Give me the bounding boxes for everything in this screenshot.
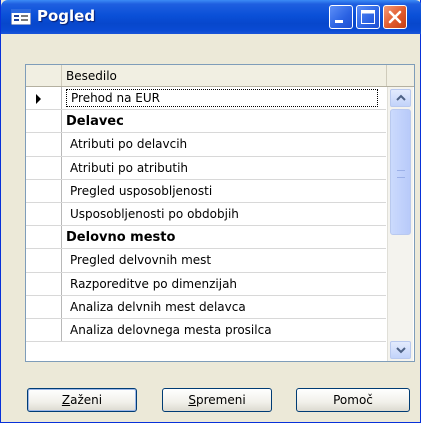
row-selector[interactable] bbox=[26, 226, 62, 249]
row-text: Atributi po delavcih bbox=[70, 137, 188, 152]
column-header-besedilo[interactable]: Besedilo bbox=[66, 69, 117, 83]
edit-button-mnemonic: S bbox=[188, 393, 196, 407]
scroll-thumb[interactable] bbox=[390, 109, 411, 235]
view-grid[interactable]: Besedilo Prehod na EUR Delavec Atributi po… bbox=[25, 64, 415, 362]
group-heading-row[interactable]: Delavec bbox=[26, 110, 386, 134]
list-item[interactable]: Razporeditve po dimenzijah bbox=[26, 272, 386, 296]
row-text: Prehod na EUR bbox=[66, 89, 378, 107]
run-button-mnemonic: Z bbox=[61, 393, 71, 407]
list-window-icon bbox=[11, 9, 31, 25]
list-item[interactable]: Prehod na EUR bbox=[26, 87, 386, 111]
vertical-scrollbar[interactable] bbox=[387, 87, 413, 361]
row-selector[interactable] bbox=[26, 295, 62, 318]
row-text: Razporeditve po dimenzijah bbox=[70, 276, 238, 291]
chevron-up-icon bbox=[396, 94, 406, 101]
row-selector[interactable] bbox=[26, 133, 62, 156]
help-button-label: Pomoč bbox=[333, 393, 373, 407]
close-button[interactable] bbox=[383, 5, 407, 29]
row-text: Delovno mesto bbox=[66, 230, 176, 246]
list-item[interactable]: Atributi po atributih bbox=[26, 156, 386, 180]
row-text: Usposobljenosti po obdobjih bbox=[70, 206, 239, 221]
row-selector[interactable] bbox=[26, 272, 62, 295]
row-text: Pregled usposobljenosti bbox=[70, 183, 213, 198]
row-selector[interactable] bbox=[26, 87, 62, 110]
row-text: Delavec bbox=[66, 114, 124, 130]
row-text: Analiza delovnega mesta prosilca bbox=[70, 322, 272, 337]
run-button[interactable]: Zaženi bbox=[27, 388, 137, 412]
list-item[interactable]: Pregled usposobljenosti bbox=[26, 179, 386, 203]
list-item[interactable]: Usposobljenosti po obdobjih bbox=[26, 202, 386, 227]
maximize-icon bbox=[361, 10, 375, 24]
edit-button[interactable]: Spremeni bbox=[162, 388, 272, 412]
scroll-down-button[interactable] bbox=[390, 341, 411, 359]
header-scroll-cell bbox=[386, 65, 414, 86]
scroll-up-button[interactable] bbox=[390, 89, 411, 107]
row-text: Atributi po atributih bbox=[70, 160, 189, 175]
grid-rows: Prehod na EUR Delavec Atributi po delavcih… bbox=[26, 87, 386, 343]
run-button-label: aženi bbox=[70, 393, 103, 407]
maximize-button[interactable] bbox=[356, 5, 380, 29]
row-text: Analiza delvnih mest delavca bbox=[70, 299, 246, 314]
row-selector[interactable] bbox=[26, 179, 62, 202]
edit-button-label: premeni bbox=[195, 393, 246, 407]
header-selector-cell bbox=[26, 65, 62, 86]
group-heading-row[interactable]: Delovno mesto bbox=[26, 226, 386, 250]
row-selector[interactable] bbox=[26, 110, 62, 133]
grip-icon bbox=[397, 170, 405, 178]
row-selector[interactable] bbox=[26, 249, 62, 272]
list-item[interactable]: Analiza delovnega mesta prosilca bbox=[26, 318, 386, 343]
close-icon bbox=[388, 10, 402, 24]
chevron-down-icon bbox=[396, 347, 406, 354]
minimize-button[interactable] bbox=[329, 5, 353, 29]
minimize-icon bbox=[335, 20, 343, 23]
row-selector[interactable] bbox=[26, 202, 62, 226]
list-item[interactable]: Pregled delvovnih mest bbox=[26, 249, 386, 273]
list-item[interactable]: Analiza delvnih mest delavca bbox=[26, 295, 386, 319]
row-pointer-icon bbox=[36, 94, 41, 104]
row-selector[interactable] bbox=[26, 156, 62, 179]
window-title: Pogled bbox=[37, 7, 96, 25]
grid-header: Besedilo bbox=[26, 65, 414, 87]
pogled-window: Pogled Besedilo Prehod na EUR Delavec Atri… bbox=[0, 0, 421, 423]
title-bar[interactable]: Pogled bbox=[1, 0, 421, 34]
row-selector[interactable] bbox=[26, 318, 62, 342]
list-item[interactable]: Atributi po delavcih bbox=[26, 133, 386, 157]
row-text: Pregled delvovnih mest bbox=[70, 253, 212, 268]
help-button[interactable]: Pomoč bbox=[296, 388, 410, 412]
